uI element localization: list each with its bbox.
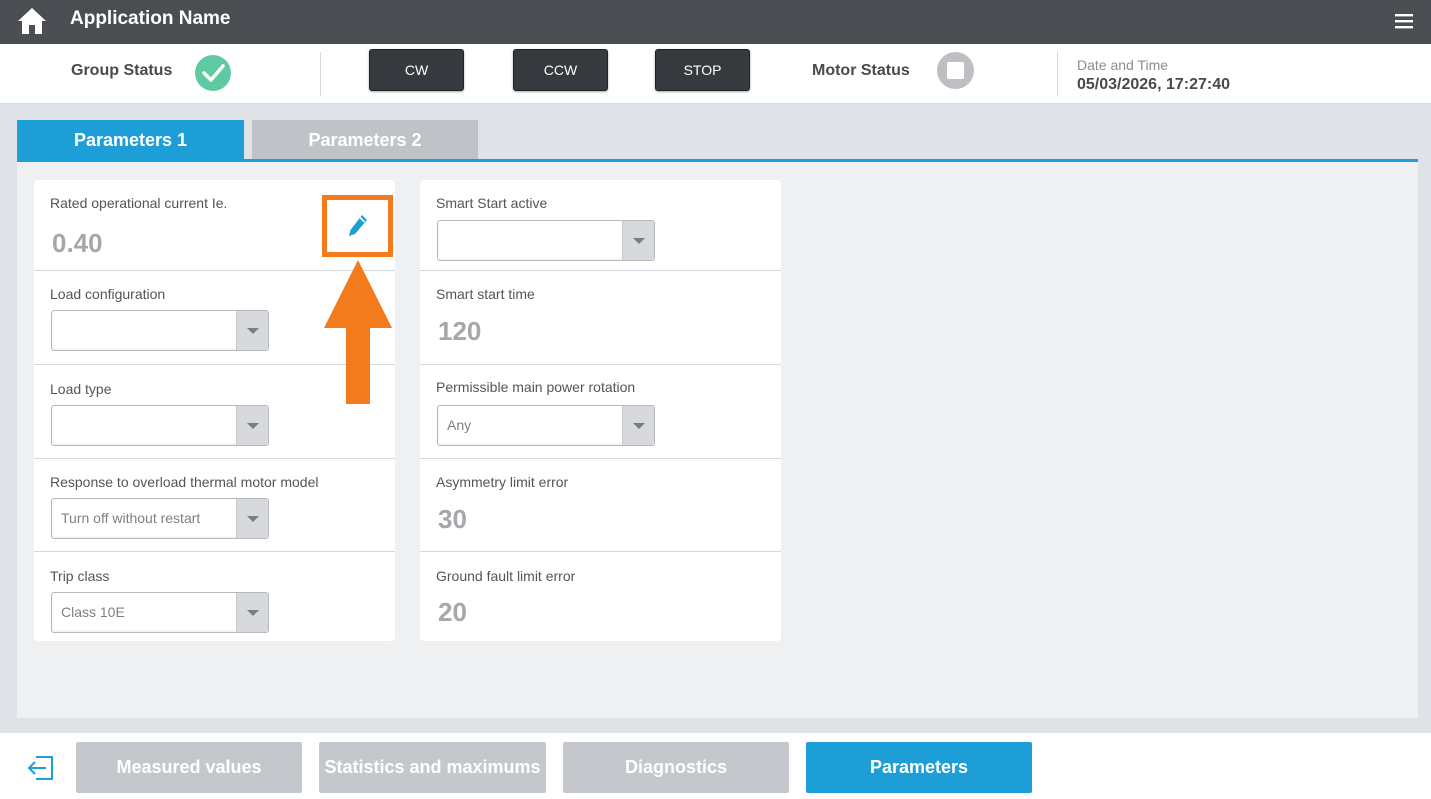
chevron-down-icon [622,406,654,445]
nav-statistics-and-maximums[interactable]: Statistics and maximums [319,742,546,793]
rated-current-label: Rated operational current Ie. [50,195,228,211]
divider [320,52,321,96]
trip-class-label: Trip class [50,568,110,584]
bottom-navigation: Measured values Statistics and maximums … [0,733,1431,799]
trip-class-value: Class 10E [61,604,125,620]
main-power-rotation-select[interactable]: Any [437,405,655,446]
date-time-value: 05/03/2026, 17:27:40 [1077,76,1231,93]
date-time-label: Date and Time [1077,57,1169,73]
ground-fault-label: Ground fault limit error [436,568,576,584]
smart-start-active-row: Smart Start active [420,180,781,271]
overload-response-label: Response to overload thermal motor model [50,474,319,490]
overload-response-row: Response to overload thermal motor model… [34,459,395,552]
trip-class-row: Trip class Class 10E [34,552,395,641]
overload-response-select[interactable]: Turn off without restart [51,498,269,539]
tab-parameters-1[interactable]: Parameters 1 [17,120,244,160]
load-type-label: Load type [50,381,112,397]
app-title: Application Name [70,8,231,29]
home-icon[interactable] [16,5,48,37]
rated-current-value: 0.40 [52,228,103,258]
load-configuration-select[interactable] [51,310,269,351]
main-power-rotation-value: Any [447,417,472,433]
parameters-panel: Rated operational current Ie. 0.40 Load … [17,162,1418,718]
nav-parameters[interactable]: Parameters [806,742,1032,793]
asymmetry-limit-value: 30 [438,504,467,534]
exit-icon[interactable] [26,755,54,781]
edit-rated-current-button[interactable] [322,195,393,257]
smart-start-time-value: 120 [438,316,482,346]
chevron-down-icon [236,311,268,350]
group-status-label: Group Status [71,62,173,79]
status-bar: Group Status CW CCW STOP Motor Status Da… [0,44,1431,104]
pencil-edit-icon [349,215,367,236]
load-type-select[interactable] [51,405,269,446]
right-parameter-card: Smart Start active Smart start time 120 … [420,180,781,641]
hamburger-menu-icon[interactable] [1393,10,1415,32]
stop-button[interactable]: STOP [655,49,750,91]
main-power-rotation-label: Permissible main power rotation [436,379,636,395]
app-header: Application Name [0,0,1431,44]
main-power-rotation-row: Permissible main power rotation Any [420,365,781,459]
ground-fault-row: Ground fault limit error 20 [420,552,781,641]
tab-parameters-2[interactable]: Parameters 2 [252,120,478,160]
chevron-down-icon [236,593,268,632]
smart-start-active-select[interactable] [437,220,655,261]
overload-response-value: Turn off without restart [61,510,201,526]
cw-button[interactable]: CW [369,49,464,91]
motor-status-label: Motor Status [812,62,910,79]
chevron-down-icon [236,499,268,538]
ccw-button[interactable]: CCW [513,49,608,91]
arrow-up-icon [324,260,392,404]
ground-fault-value: 20 [438,597,467,627]
nav-measured-values[interactable]: Measured values [76,742,302,793]
chevron-down-icon [622,221,654,260]
nav-diagnostics[interactable]: Diagnostics [563,742,789,793]
smart-start-active-label: Smart Start active [436,195,548,211]
trip-class-select[interactable]: Class 10E [51,592,269,633]
smart-start-time-row: Smart start time 120 [420,271,781,365]
smart-start-time-label: Smart start time [436,286,535,302]
stop-square-icon [937,52,974,89]
load-configuration-label: Load configuration [50,286,166,302]
asymmetry-limit-row: Asymmetry limit error 30 [420,459,781,552]
divider [1057,52,1058,96]
asymmetry-limit-label: Asymmetry limit error [436,474,569,490]
check-circle-icon [195,55,231,91]
chevron-down-icon [236,406,268,445]
